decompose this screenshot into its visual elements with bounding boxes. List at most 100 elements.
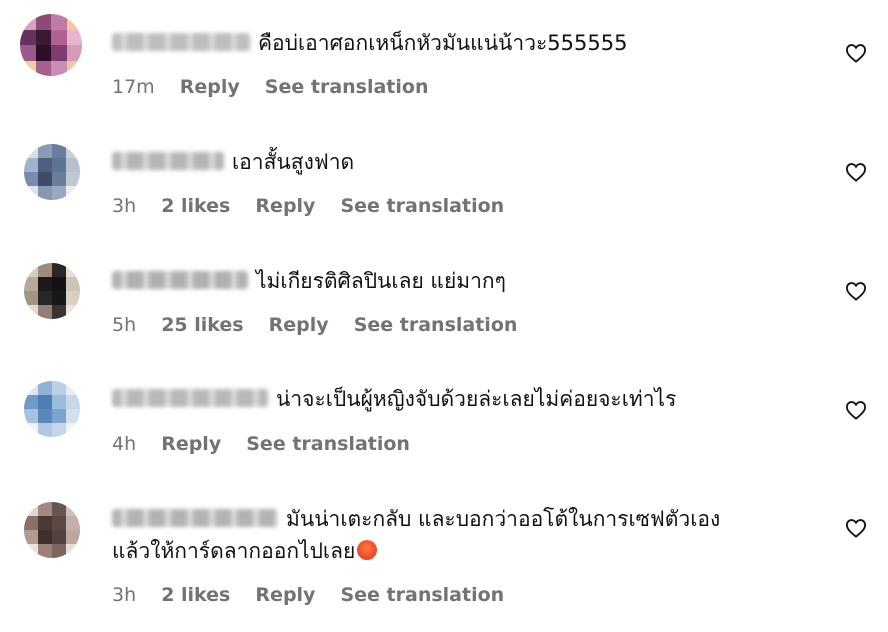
avatar-pixel: [66, 158, 80, 172]
avatar-pixel: [52, 158, 66, 172]
comment-meta: 17m Reply See translation: [112, 75, 448, 99]
see-translation-link[interactable]: See translation: [340, 195, 504, 217]
comment-body: น่าจะเป็นผู้หญิงจับด้วยล่ะเลยไม่ค่อยจะเท…: [276, 387, 677, 411]
avatar-pixel: [52, 409, 66, 423]
avatar-pixel: [24, 502, 38, 516]
comment-text: มันน่าเตะกลับ และบอกว่าออโต้ในการเซฟตัวเ…: [112, 502, 720, 536]
reply-button[interactable]: Reply: [180, 76, 240, 98]
avatar[interactable]: [24, 263, 80, 319]
avatar-pixel: [66, 277, 80, 291]
avatar-pixel: [38, 409, 52, 423]
avatar-pixel: [52, 144, 66, 158]
avatar-pixel: [24, 277, 38, 291]
avatar-pixel: [52, 263, 66, 277]
avatar-pixel: [38, 172, 52, 186]
reply-button[interactable]: Reply: [255, 584, 315, 606]
avatar-pixel: [52, 305, 66, 319]
avatar-pixel: [24, 291, 38, 305]
avatar-pixel: [38, 544, 52, 558]
avatar-pixel: [24, 305, 38, 319]
avatar-pixel: [20, 29, 36, 45]
reply-button[interactable]: Reply: [255, 195, 315, 217]
username[interactable]: [112, 509, 278, 527]
avatar-pixel: [52, 516, 66, 530]
avatar-pixel: [20, 45, 36, 61]
avatar-pixel: [38, 291, 52, 305]
timestamp: 5h: [112, 314, 137, 336]
username[interactable]: [112, 271, 248, 289]
comment-body: เอาสั้นสูงฟาด: [232, 150, 355, 174]
avatar-pixel: [35, 14, 51, 30]
avatar-pixel: [38, 305, 52, 319]
reply-button[interactable]: Reply: [269, 314, 329, 336]
avatar-pixel: [52, 172, 66, 186]
avatar-pixel: [66, 423, 80, 437]
avatar[interactable]: [24, 144, 80, 200]
avatar-pixel: [66, 172, 80, 186]
see-translation-link[interactable]: See translation: [246, 433, 410, 455]
likes-count[interactable]: 25 likes: [161, 314, 243, 336]
heart-outline-icon[interactable]: [845, 162, 867, 182]
comment-body: ไม่เกียรติศิลปินเลย แย่มากๆ: [256, 269, 506, 293]
reply-button[interactable]: Reply: [161, 433, 221, 455]
avatar[interactable]: [24, 502, 80, 558]
avatar-pixel: [66, 60, 82, 76]
avatar-pixel: [52, 186, 66, 200]
comment-text: คือบ่เอาศอกเหน็กหัวมันแน่น้าวะ555555: [112, 26, 627, 60]
see-translation-link[interactable]: See translation: [340, 584, 504, 606]
avatar[interactable]: [20, 14, 82, 76]
avatar-pixel: [52, 544, 66, 558]
likes-count[interactable]: 2 likes: [161, 584, 230, 606]
avatar-pixel: [66, 144, 80, 158]
avatar-pixel: [66, 530, 80, 544]
avatar-pixel: [20, 14, 36, 30]
avatar-pixel: [38, 158, 52, 172]
avatar-pixel: [38, 395, 52, 409]
comment-text: ไม่เกียรติศิลปินเลย แย่มากๆ: [112, 264, 506, 298]
avatar-pixel: [24, 544, 38, 558]
avatar-pixel: [24, 530, 38, 544]
see-translation-link[interactable]: See translation: [265, 76, 429, 98]
avatar-pixel: [66, 14, 82, 30]
avatar-pixel: [66, 305, 80, 319]
comment-text: น่าจะเป็นผู้หญิงจับด้วยล่ะเลยไม่ค่อยจะเท…: [112, 382, 676, 416]
avatar[interactable]: [24, 381, 80, 437]
avatar-pixel: [66, 544, 80, 558]
avatar-pixel: [52, 291, 66, 305]
username[interactable]: [112, 389, 268, 407]
comment-body: มันน่าเตะกลับ และบอกว่าออโต้ในการเซฟตัวเ…: [286, 507, 721, 531]
heart-outline-icon[interactable]: [845, 43, 867, 63]
avatar-pixel: [52, 277, 66, 291]
heart-outline-icon[interactable]: [845, 518, 867, 538]
avatar-pixel: [38, 186, 52, 200]
avatar-pixel: [24, 172, 38, 186]
avatar-pixel: [38, 381, 52, 395]
see-translation-link[interactable]: See translation: [354, 314, 518, 336]
avatar-pixel: [66, 409, 80, 423]
username[interactable]: [112, 152, 224, 170]
avatar-pixel: [66, 516, 80, 530]
avatar-pixel: [66, 45, 82, 61]
avatar-pixel: [24, 423, 38, 437]
comment-body: แล้วให้การ์ดลากออกไปเลย: [112, 539, 356, 563]
avatar-pixel: [38, 144, 52, 158]
comment-meta: 4h Reply See translation: [112, 432, 429, 456]
avatar-pixel: [51, 14, 67, 30]
avatar-pixel: [38, 263, 52, 277]
avatar-pixel: [35, 29, 51, 45]
likes-count[interactable]: 2 likes: [161, 195, 230, 217]
angry-face-emoji: [357, 540, 378, 560]
heart-outline-icon[interactable]: [845, 281, 867, 301]
heart-outline-icon[interactable]: [845, 400, 867, 420]
avatar-pixel: [66, 29, 82, 45]
avatar-pixel: [38, 502, 52, 516]
avatar-pixel: [66, 186, 80, 200]
avatar-pixel: [38, 277, 52, 291]
avatar-pixel: [51, 29, 67, 45]
username[interactable]: [112, 33, 250, 51]
avatar-pixel: [24, 186, 38, 200]
avatar-pixel: [66, 395, 80, 409]
avatar-pixel: [52, 530, 66, 544]
comment-text-continued: แล้วให้การ์ดลากออกไปเลย: [112, 534, 378, 568]
timestamp: 4h: [112, 433, 137, 455]
